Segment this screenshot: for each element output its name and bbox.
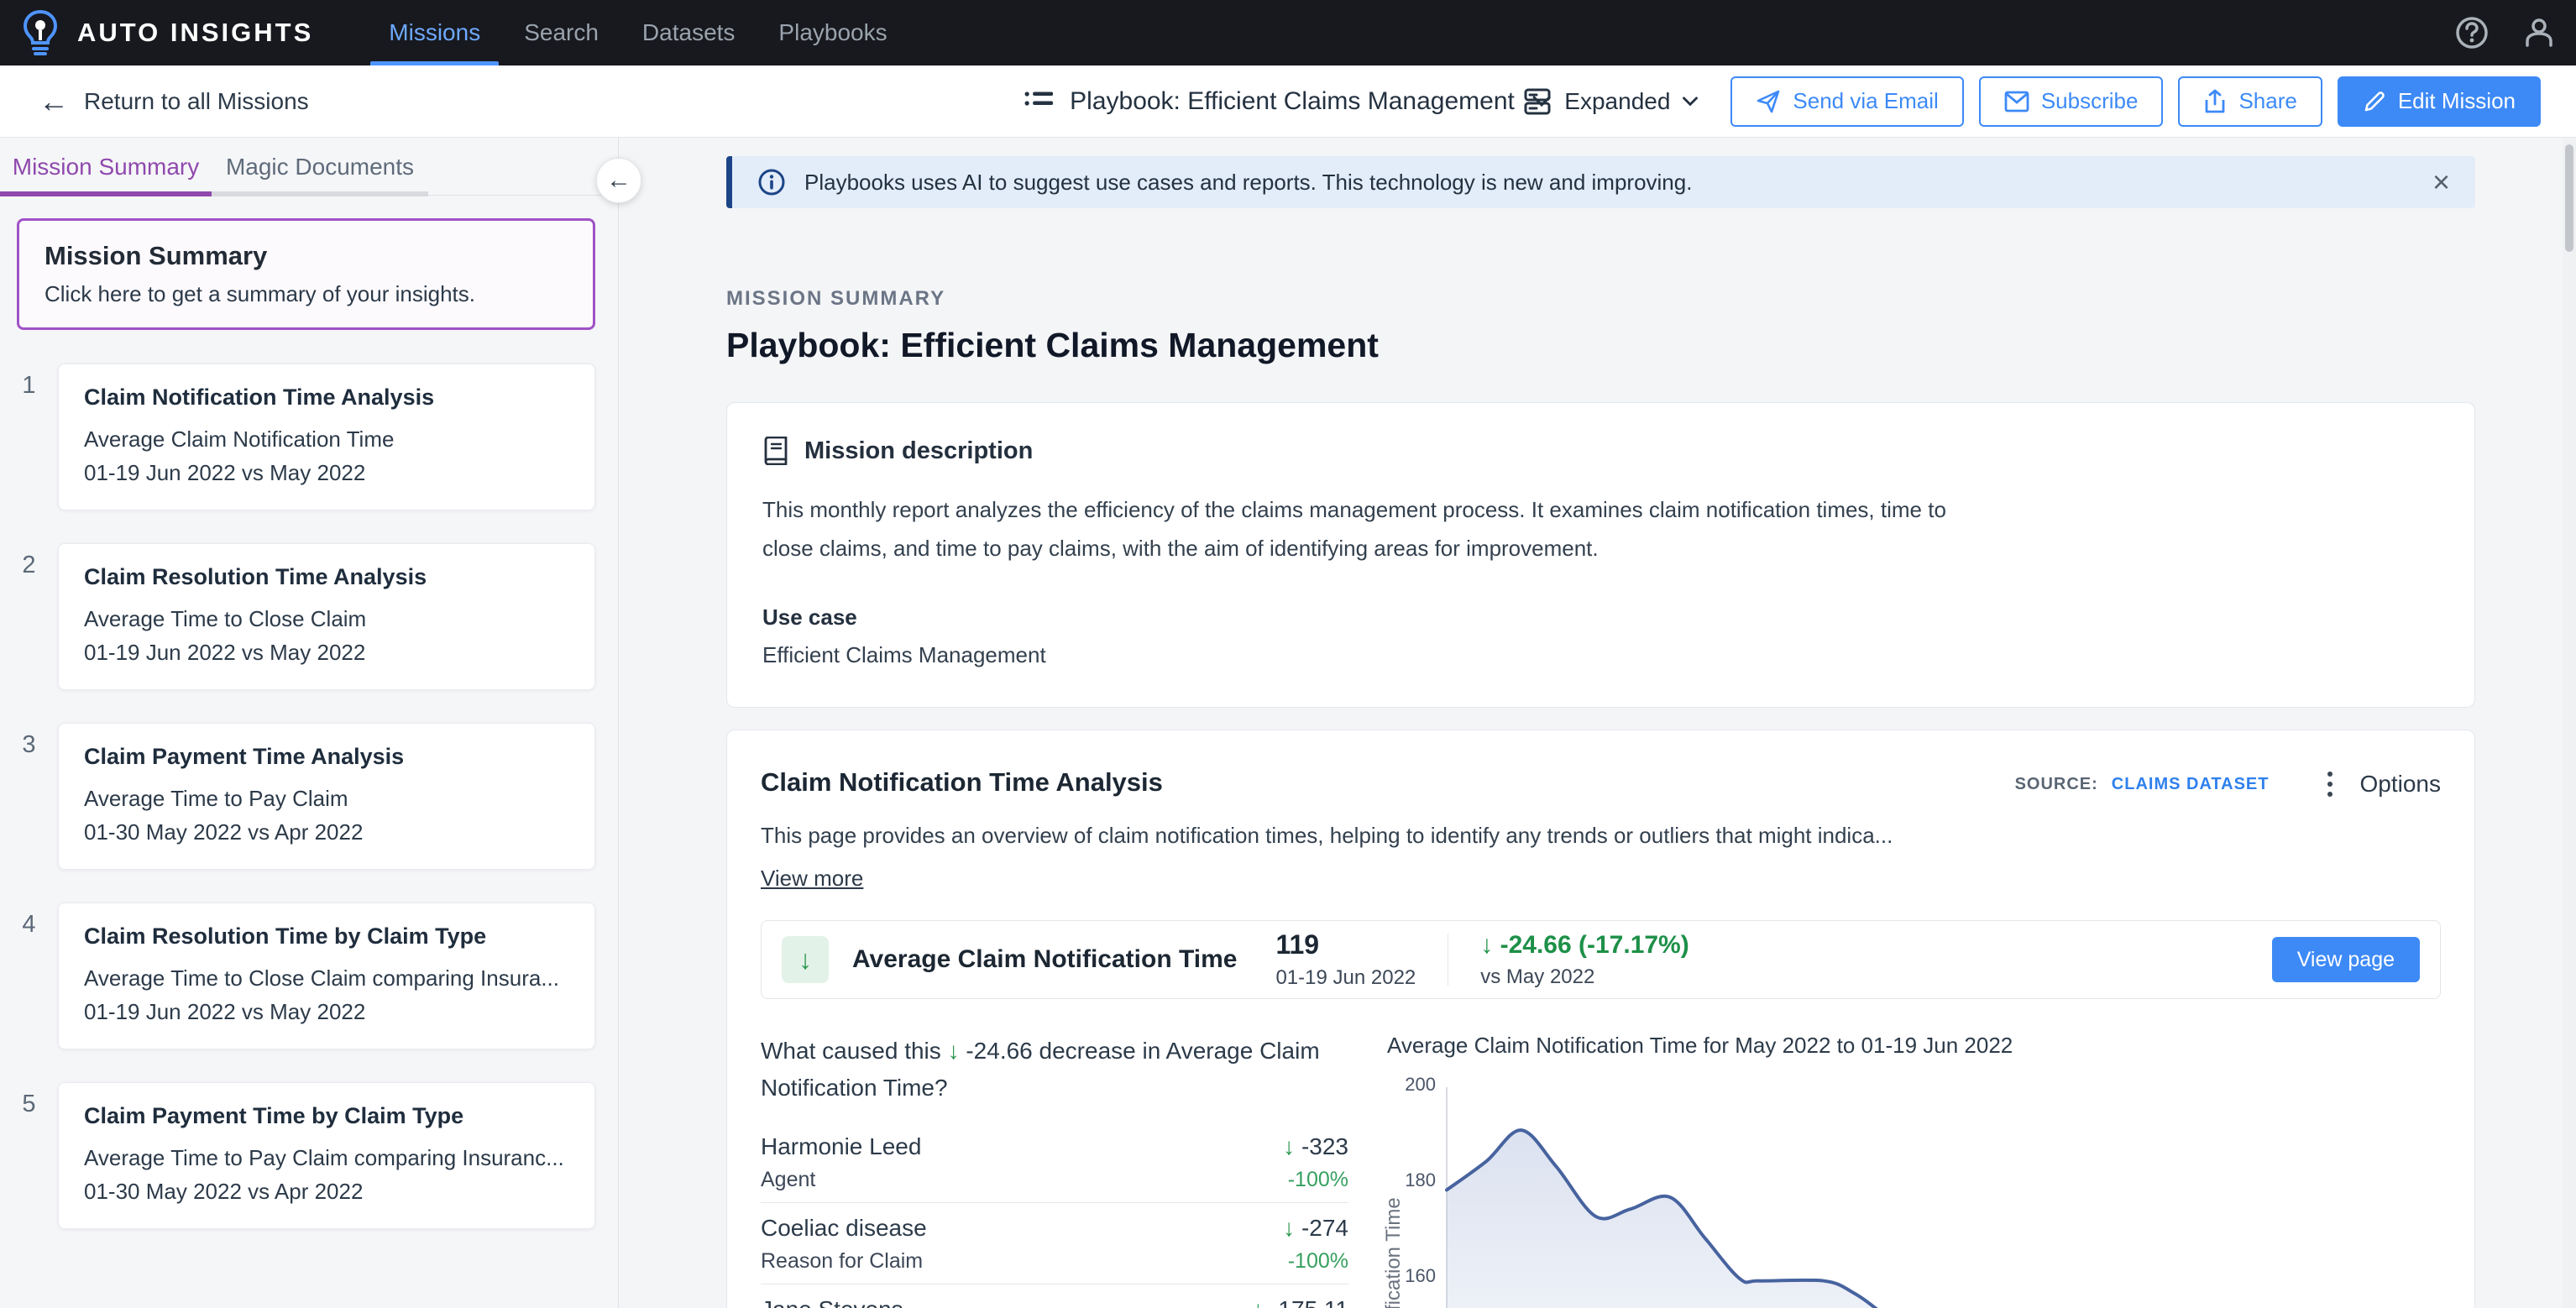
main-content: Playbooks uses AI to suggest use cases a… (620, 138, 2576, 1308)
chart-y-tick: 200 (1387, 1074, 1436, 1096)
analysis-description: This page provides an overview of claim … (761, 823, 2441, 849)
chart-area-fill (1447, 1130, 2285, 1308)
nav-item-datasets[interactable]: Datasets (620, 0, 757, 65)
return-to-missions-link[interactable]: ← Return to all Missions (39, 84, 309, 119)
chart-y-tick: 180 (1387, 1169, 1436, 1191)
down-arrow-icon: ↓ (1480, 931, 1493, 959)
sidebar-collapse-button[interactable]: ← (596, 158, 641, 203)
list-item: 4 Claim Resolution Time by Claim Type Av… (0, 903, 618, 1049)
list-item: 1 Claim Notification Time Analysis Avera… (0, 364, 618, 510)
collapse-arrow-icon: ← (606, 166, 631, 195)
tab-mission-summary[interactable]: Mission Summary (0, 138, 212, 196)
info-icon (757, 168, 786, 196)
brand-name: AUTO INSIGHTS (77, 18, 313, 48)
scrollbar-thumb[interactable] (2565, 144, 2573, 252)
use-case-label: Use case (762, 604, 2439, 630)
insight-list: 1 Claim Notification Time Analysis Avera… (0, 364, 618, 1229)
section-eyebrow: MISSION SUMMARY (726, 287, 2475, 311)
app-logo[interactable]: AUTO INSIGHTS (22, 9, 313, 56)
view-more-link[interactable]: View more (761, 866, 863, 892)
causes-panel: What caused this ↓ -24.66 decrease in Av… (761, 1033, 1348, 1308)
ai-notice-banner: Playbooks uses AI to suggest use cases a… (726, 156, 2475, 208)
claim-notification-analysis-card: Claim Notification Time Analysis SOURCE:… (726, 730, 2475, 1308)
causes-question: What caused this ↓ -24.66 decrease in Av… (761, 1033, 1348, 1107)
back-arrow-icon: ← (39, 84, 69, 119)
cause-row[interactable]: Coeliac disease Reason for Claim ↓ -274 … (761, 1215, 1348, 1284)
decrease-arrow-icon: ↓ (782, 936, 829, 983)
list-item: 3 Claim Payment Time Analysis Average Ti… (0, 723, 618, 870)
share-button[interactable]: Share (2178, 76, 2322, 127)
subscribe-button[interactable]: Subscribe (1979, 76, 2164, 127)
down-arrow-icon: ↓ (948, 1038, 960, 1064)
source-dataset-link[interactable]: CLAIMS DATASET (2112, 775, 2270, 794)
banner-text: Playbooks uses AI to suggest use cases a… (804, 170, 1692, 196)
close-icon[interactable]: × (2432, 165, 2450, 200)
scrollbar[interactable] (2563, 138, 2576, 1308)
mission-description-card: Mission description This monthly report … (726, 402, 2475, 708)
insight-card-2[interactable]: Claim Resolution Time Analysis Average T… (58, 543, 595, 690)
nav-item-missions[interactable]: Missions (367, 0, 502, 65)
mission-sidebar: Mission Summary Magic Documents Mission … (0, 138, 619, 1308)
mission-toolbar: ← Return to all Missions Playbook: Effic… (0, 65, 2576, 138)
metric-compare: vs May 2022 (1480, 965, 1689, 989)
chevron-down-icon (1682, 96, 1699, 107)
metric-delta: ↓ -24.66 (-17.17%) (1480, 931, 1689, 960)
kebab-icon[interactable] (2313, 767, 2347, 801)
chart-title: Average Claim Notification Time for May … (1387, 1033, 2441, 1059)
pencil-icon (2363, 90, 2386, 113)
playbook-title: Playbook: Efficient Claims Management (1070, 87, 1515, 116)
share-icon (2203, 89, 2227, 114)
chart-y-axis-label: Claim Notification Time (1382, 1175, 1406, 1308)
down-arrow-icon: ↓ (1283, 1133, 1295, 1159)
playbook-selector[interactable]: Playbook: Efficient Claims Management (1024, 65, 1552, 138)
nav-item-playbooks[interactable]: Playbooks (757, 0, 908, 65)
insight-card-4[interactable]: Claim Resolution Time by Claim Type Aver… (58, 903, 595, 1049)
user-icon[interactable] (2521, 14, 2558, 51)
insight-card-1[interactable]: Claim Notification Time Analysis Average… (58, 364, 595, 510)
top-navigation-bar: AUTO INSIGHTS Missions Search Datasets P… (0, 0, 2576, 65)
chevron-down-icon (1531, 95, 1552, 108)
line-chart[interactable]: Claim Notification Time (1387, 1079, 2441, 1308)
list-icon (1024, 89, 1053, 114)
source-label: SOURCE: (2015, 775, 2098, 794)
list-item: 2 Claim Resolution Time Analysis Average… (0, 543, 618, 690)
nav-item-search[interactable]: Search (502, 0, 620, 65)
description-body: This monthly report analyzes the efficie… (762, 490, 1971, 568)
down-arrow-icon: ↓ (1252, 1296, 1264, 1308)
trend-chart-panel: Average Claim Notification Time for May … (1387, 1033, 2441, 1308)
down-arrow-icon: ↓ (1283, 1215, 1295, 1241)
insight-card-3[interactable]: Claim Payment Time Analysis Average Time… (58, 723, 595, 870)
cause-row[interactable]: Harmonie Leed Agent ↓ -323 -100% (761, 1133, 1348, 1203)
page-title: Playbook: Efficient Claims Management (726, 326, 2475, 365)
view-page-button[interactable]: View page (2272, 937, 2420, 982)
tab-magic-documents[interactable]: Magic Documents (212, 138, 428, 196)
metric-value: 119 (1275, 929, 1416, 960)
send-via-email-button[interactable]: Send via Email (1730, 76, 1963, 127)
list-item: 5 Claim Payment Time by Claim Type Avera… (0, 1082, 618, 1229)
sidebar-tabs: Mission Summary Magic Documents (0, 138, 618, 196)
options-button[interactable]: Options (2360, 771, 2442, 798)
cause-row[interactable]: Jane Stevens Case Manager ↓ -175.11 -100… (761, 1296, 1348, 1308)
primary-nav: Missions Search Datasets Playbooks (367, 0, 908, 65)
help-icon[interactable] (2453, 14, 2490, 51)
envelope-icon (2004, 91, 2029, 112)
book-icon (762, 437, 789, 465)
edit-mission-button[interactable]: Edit Mission (2338, 76, 2541, 127)
mission-summary-card[interactable]: Mission Summary Click here to get a summ… (17, 218, 595, 330)
analysis-title: Claim Notification Time Analysis (761, 767, 1163, 798)
send-icon (1756, 89, 1781, 114)
chart-y-tick: 160 (1387, 1265, 1436, 1287)
use-case-value: Efficient Claims Management (762, 642, 2439, 668)
metric-period: 01-19 Jun 2022 (1275, 966, 1416, 990)
metric-summary-row: ↓ Average Claim Notification Time 119 01… (761, 920, 2441, 999)
lightbulb-icon (22, 9, 59, 56)
metric-label: Average Claim Notification Time (852, 945, 1237, 974)
insight-card-5[interactable]: Claim Payment Time by Claim Type Average… (58, 1082, 595, 1229)
description-heading: Mission description (804, 437, 1033, 465)
